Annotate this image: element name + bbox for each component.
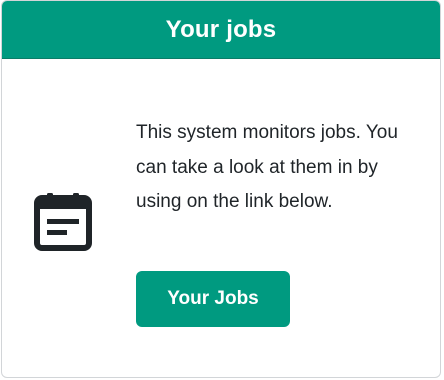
card-title: Your jobs <box>165 15 277 43</box>
your-jobs-button[interactable]: Your Jobs <box>136 271 290 327</box>
jobs-description: This system monitors jobs. You can take … <box>136 122 398 212</box>
calendar-icon <box>34 193 92 251</box>
card-body: This system monitors jobs. You can take … <box>2 59 440 377</box>
jobs-card: Your jobs This system monitors jobs. You… <box>1 0 441 378</box>
card-header: Your jobs <box>2 1 440 59</box>
